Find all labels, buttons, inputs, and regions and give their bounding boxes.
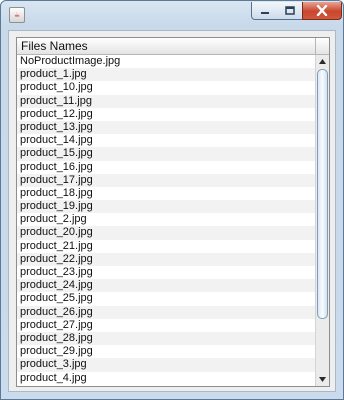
maximize-icon — [284, 5, 295, 15]
table-row[interactable]: product_29.jpg — [17, 345, 315, 358]
table-row[interactable]: product_10.jpg — [17, 81, 315, 94]
maximize-button[interactable] — [277, 2, 303, 20]
table-row[interactable]: product_2.jpg — [17, 213, 315, 226]
minimize-button[interactable] — [251, 2, 278, 20]
table-row[interactable]: product_28.jpg — [17, 331, 315, 346]
arrow-up-icon — [319, 59, 326, 64]
table-body[interactable]: NoProductImage.jpg product_1.jpg product_1… — [17, 55, 315, 386]
files-table: Files Names NoProductImage.jpg product_1.… — [16, 37, 330, 387]
scroll-up-button[interactable] — [316, 55, 329, 68]
table-row[interactable]: product_3.jpg — [17, 358, 315, 372]
table-row[interactable]: NoProductImage.jpg — [17, 55, 315, 68]
table-row[interactable]: product_14.jpg — [17, 134, 315, 147]
table-row[interactable]: product_11.jpg — [17, 94, 315, 108]
table-row[interactable]: product_26.jpg — [17, 305, 315, 319]
vertical-scrollbar[interactable] — [315, 55, 329, 386]
table-row[interactable]: product_25.jpg — [17, 292, 315, 305]
table-row[interactable]: product_1.jpg — [17, 68, 315, 82]
table-row[interactable]: product_4.jpg — [17, 372, 315, 385]
table-row[interactable]: product_22.jpg — [17, 252, 315, 266]
table-row[interactable]: product_20.jpg — [17, 226, 315, 240]
column-header-files-names[interactable]: Files Names — [17, 38, 315, 55]
table-row[interactable]: product_16.jpg — [17, 161, 315, 174]
table-row[interactable]: product_23.jpg — [17, 266, 315, 279]
table-row[interactable]: product_19.jpg — [17, 200, 315, 214]
header-corner — [315, 38, 329, 55]
scroll-down-button[interactable] — [316, 373, 329, 386]
table-row[interactable]: product_18.jpg — [17, 187, 315, 200]
table-row[interactable]: product_17.jpg — [17, 173, 315, 187]
content-panel: Files Names NoProductImage.jpg product_1.… — [8, 30, 336, 392]
table-row[interactable]: product_27.jpg — [17, 319, 315, 332]
table-row[interactable]: product_24.jpg — [17, 279, 315, 293]
scrollbar-thumb[interactable] — [317, 69, 328, 319]
minimize-icon — [260, 11, 269, 14]
table-row[interactable]: product_15.jpg — [17, 147, 315, 161]
app-window: ☕ Files Names NoProductImage.jpg product_… — [0, 0, 344, 400]
table-row[interactable]: product_21.jpg — [17, 240, 315, 253]
close-button[interactable] — [302, 2, 342, 20]
close-icon — [316, 5, 328, 16]
table-row[interactable]: product_13.jpg — [17, 120, 315, 135]
title-bar[interactable]: ☕ — [1, 1, 343, 29]
table-row[interactable]: product_12.jpg — [17, 108, 315, 121]
java-cup-icon[interactable]: ☕ — [9, 7, 25, 23]
arrow-down-icon — [319, 377, 326, 382]
